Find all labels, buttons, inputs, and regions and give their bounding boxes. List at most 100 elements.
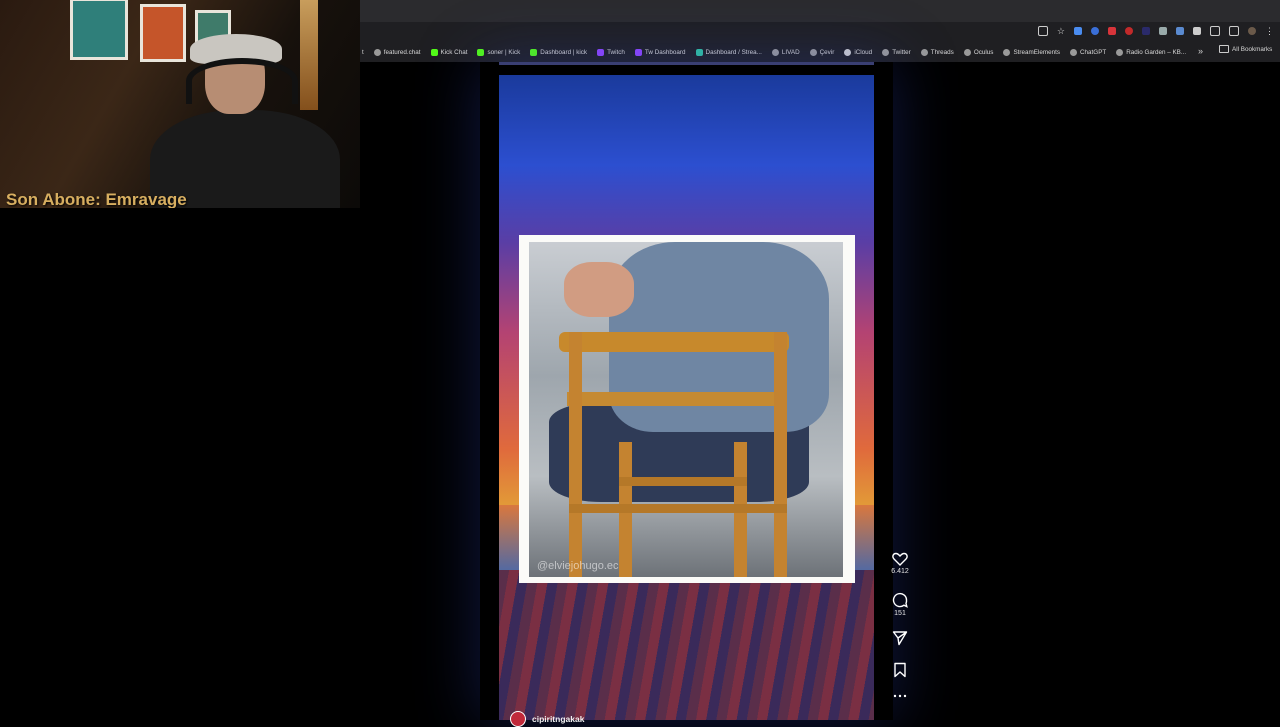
kick-icon <box>430 48 438 56</box>
globe-icon <box>373 48 381 56</box>
all-bookmarks-button[interactable]: All Bookmarks <box>1219 45 1272 53</box>
bookmark-partial[interactable]: t <box>360 49 369 56</box>
reel-photo-frame: @elviejohugo.ec <box>519 235 855 583</box>
like-count: 6.412 <box>891 568 909 575</box>
bookmark-label: Kick Chat <box>440 48 468 56</box>
photo-chair-leg <box>569 332 582 577</box>
extensions-row: ☆ ⋮ <box>1037 26 1274 36</box>
photo-chair-bar <box>569 504 787 513</box>
photo-chair-back <box>559 332 789 352</box>
kick-icon <box>477 48 485 56</box>
save-action[interactable] <box>884 662 916 678</box>
sidebar-icon[interactable] <box>1229 26 1239 36</box>
send-icon[interactable] <box>892 630 908 646</box>
avatar[interactable] <box>510 711 526 727</box>
bookmarks-overflow-icon[interactable]: » <box>1198 46 1203 56</box>
webcam-overlay: Son Abone: Emravage <box>0 0 360 208</box>
globe-icon <box>1070 48 1077 56</box>
photo-watermark: @elviejohugo.ec <box>537 560 619 572</box>
globe-icon <box>882 48 890 56</box>
bookmark-item[interactable]: Çevir <box>805 48 840 56</box>
globe-icon <box>920 48 928 56</box>
browser-toolbar: ☆ ⋮ <box>360 22 1280 42</box>
globe-icon <box>809 48 817 56</box>
bookmark-item[interactable]: Radio Garden – KB... <box>1111 48 1191 56</box>
bookmark-item[interactable]: LIVAD <box>767 48 805 56</box>
bookmark-item[interactable]: soner | Kick <box>472 48 525 56</box>
bookmark-item[interactable]: featured.chat <box>369 48 426 56</box>
cast-icon[interactable] <box>1037 26 1048 36</box>
comment-icon[interactable] <box>892 592 908 608</box>
bookmark-label: LIVAD <box>781 48 800 56</box>
bookmark-label: Radio Garden – KB... <box>1126 48 1187 56</box>
bookmark-item[interactable]: Dashboard | kick <box>525 48 592 56</box>
comment-action[interactable]: 151 <box>884 592 916 617</box>
bookmark-label: ChatGPT <box>1080 48 1107 56</box>
bookmark-item[interactable]: StreamElements <box>998 48 1065 56</box>
headphones-icon <box>186 58 298 104</box>
bookmark-item[interactable]: Tw Dashboard <box>630 48 691 56</box>
reel-pier-background <box>499 570 874 720</box>
star-icon[interactable]: ☆ <box>1057 27 1065 36</box>
share-action[interactable] <box>884 630 916 646</box>
bookmark-label: featured.chat <box>383 48 421 56</box>
bookmarks-bar: t featured.chat Kick Chat soner | Kick Dash… <box>360 42 1280 62</box>
photo-chair-bar <box>619 477 747 486</box>
profile-avatar-icon[interactable] <box>1248 27 1256 35</box>
last-subscriber-label: Son Abone: Emravage <box>6 190 187 208</box>
bookmark-item[interactable]: ChatGPT <box>1065 48 1111 56</box>
extension-icon[interactable] <box>1142 27 1150 35</box>
reel-photo: @elviejohugo.ec <box>529 242 843 577</box>
apple-icon <box>844 48 852 56</box>
previous-reel-edge <box>499 62 874 65</box>
extension-icon[interactable] <box>1091 27 1099 35</box>
bookmark-item[interactable]: Twitter <box>877 48 916 56</box>
extension-icon[interactable] <box>1159 27 1167 35</box>
bookmark-item[interactable]: Kick Chat <box>426 48 473 56</box>
heart-icon[interactable] <box>892 552 908 566</box>
extension-icon[interactable] <box>1176 27 1184 35</box>
extension-icon[interactable] <box>1193 27 1201 35</box>
more-icon[interactable] <box>893 693 907 699</box>
bookmark-label: iCloud <box>854 48 873 56</box>
extension-icon[interactable] <box>1125 27 1133 35</box>
extension-icon[interactable] <box>1074 27 1082 35</box>
bookmark-label: StreamElements <box>1013 48 1060 56</box>
twitch-icon <box>634 48 642 56</box>
reel-username[interactable]: cipiritngakak <box>532 714 584 724</box>
photo-chair-rail <box>567 392 777 406</box>
menu-kebab-icon[interactable]: ⋮ <box>1265 27 1274 36</box>
bookmark-item[interactable]: Threads <box>916 48 959 56</box>
bookmark-item[interactable]: Twitch <box>592 48 630 56</box>
photo-arm <box>564 262 634 317</box>
bookmark-label: Oculus <box>973 48 994 56</box>
wall-frame-image <box>70 0 128 60</box>
globe-icon <box>1116 48 1124 56</box>
bookmark-item[interactable]: Dashboard / Strea... <box>691 48 767 56</box>
reel-author[interactable]: cipiritngakak <box>510 711 584 727</box>
extension-icon[interactable] <box>1108 27 1116 35</box>
comment-count: 151 <box>894 610 906 617</box>
bookmark-label: Dashboard | kick <box>540 48 588 56</box>
bookmark-item[interactable]: Oculus <box>959 48 999 56</box>
photo-chair-leg <box>774 332 787 577</box>
bookmark-label: Twitter <box>892 48 911 56</box>
lamp-glow <box>300 0 318 110</box>
streamlabs-icon <box>695 48 703 56</box>
bookmark-label: Çevir <box>819 48 835 56</box>
bookmark-icon[interactable] <box>893 662 907 678</box>
all-bookmarks-label: All Bookmarks <box>1232 45 1273 53</box>
twitch-icon <box>597 48 605 56</box>
puzzle-icon[interactable] <box>1210 26 1220 36</box>
kick-icon <box>530 48 538 56</box>
globe-icon <box>1003 48 1011 56</box>
bookmark-label: Twitch <box>607 48 625 56</box>
more-action[interactable] <box>884 693 916 699</box>
bookmark-item[interactable]: iCloud <box>839 48 877 56</box>
wall-frame-image <box>140 4 186 62</box>
globe-icon <box>963 48 971 56</box>
bookmark-label: Tw Dashboard <box>644 48 686 56</box>
bookmark-label: Threads <box>930 48 954 56</box>
globe-icon <box>771 48 779 56</box>
like-action[interactable]: 6.412 <box>884 552 916 575</box>
